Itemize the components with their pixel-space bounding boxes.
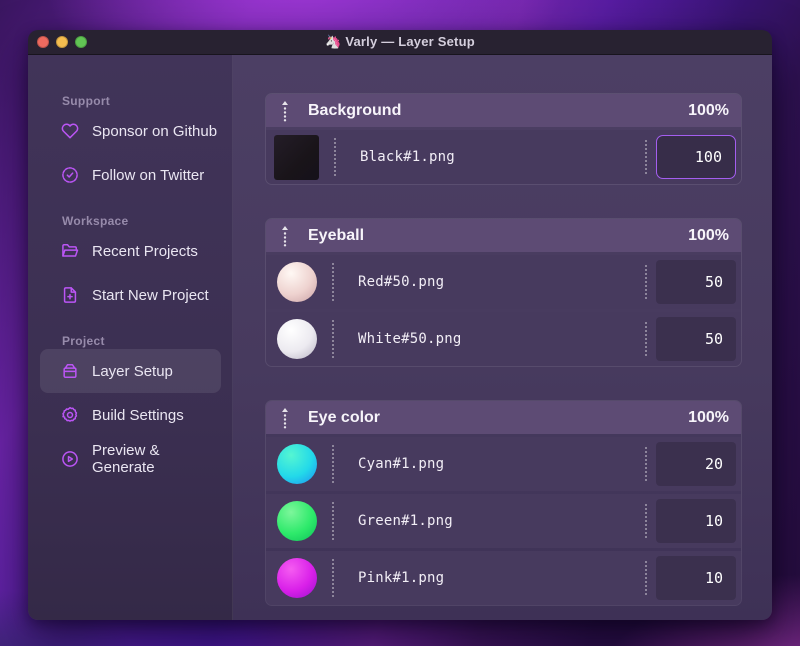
divider <box>332 502 334 540</box>
sidebar-item-label: Build Settings <box>92 406 184 424</box>
layer-filename: White#50.png <box>358 331 462 347</box>
layer-row: Black#1.png <box>266 130 741 184</box>
group-weight: 100% <box>688 408 729 426</box>
layer-filename: Red#50.png <box>358 274 445 290</box>
layer-thumbnail <box>277 262 317 302</box>
group-title: Eye color <box>308 408 381 426</box>
layer-weight-input[interactable] <box>656 317 736 361</box>
sidebar-item-label: Follow on Twitter <box>92 166 205 184</box>
layer-thumbnail <box>277 501 317 541</box>
archive-layers-icon <box>60 361 80 381</box>
layer-thumbnail <box>277 444 317 484</box>
layer-group-background: Background 100% Black#1.png <box>265 93 742 185</box>
window-title: 🦄 Varly — Layer Setup <box>28 34 772 50</box>
group-header: Background 100% <box>266 94 741 127</box>
layer-row: Green#1.png <box>266 494 741 548</box>
divider <box>332 559 334 597</box>
sidebar-section-project: Project <box>62 334 105 348</box>
sidebar-item-label: Layer Setup <box>92 362 173 380</box>
badge-check-icon <box>60 165 80 185</box>
sidebar-section-workspace: Workspace <box>62 214 129 228</box>
sidebar-item-recent-projects[interactable]: Recent Projects <box>40 229 221 273</box>
layer-thumbnail <box>277 319 317 359</box>
divider <box>334 138 336 176</box>
divider <box>645 447 647 481</box>
layer-filename: Cyan#1.png <box>358 456 445 472</box>
drag-handle-icon[interactable] <box>280 407 290 429</box>
layer-filename: Black#1.png <box>360 149 455 165</box>
gear-icon <box>60 405 80 425</box>
divider <box>332 263 334 301</box>
divider <box>645 322 647 356</box>
sidebar-section-support: Support <box>62 94 111 108</box>
title-bar: 🦄 Varly — Layer Setup <box>28 30 772 55</box>
sidebar-item-layer-setup[interactable]: Layer Setup <box>40 349 221 393</box>
layer-weight-input[interactable] <box>656 556 736 600</box>
layer-weight-input[interactable] <box>656 442 736 486</box>
divider <box>332 445 334 483</box>
sidebar-item-label: Sponsor on Github <box>92 122 218 140</box>
sidebar: Support Sponsor on Github Follow on Twit… <box>28 55 233 620</box>
layer-filename: Pink#1.png <box>358 570 445 586</box>
layer-weight-input[interactable] <box>656 499 736 543</box>
group-header: Eyeball 100% <box>266 219 741 252</box>
drag-handle-icon[interactable] <box>280 225 290 247</box>
divider <box>645 265 647 299</box>
sidebar-item-label: Start New Project <box>92 286 209 304</box>
group-title: Background <box>308 101 402 119</box>
sidebar-item-label: Preview & Generate <box>92 442 160 476</box>
layer-filename: Green#1.png <box>358 513 453 529</box>
layer-group-eye-color: Eye color 100% Cyan#1.png Green#1.png <box>265 400 742 606</box>
app-logo-unicorn-icon: 🦄 <box>325 34 342 49</box>
sidebar-item-preview-generate[interactable]: Preview & Generate <box>40 437 221 481</box>
play-circle-icon <box>60 449 80 469</box>
app-window: 🦄 Varly — Layer Setup Support Sponsor on… <box>28 30 772 620</box>
layer-row: White#50.png <box>266 312 741 366</box>
sidebar-item-start-new-project[interactable]: Start New Project <box>40 273 221 317</box>
layer-weight-input[interactable] <box>656 135 736 179</box>
folder-open-icon <box>60 241 80 261</box>
sidebar-item-sponsor-github[interactable]: Sponsor on Github <box>40 109 221 153</box>
group-weight: 100% <box>688 226 729 244</box>
layer-setup-panel: Background 100% Black#1.png 100 Eyeball … <box>233 55 772 620</box>
sidebar-item-label: Recent Projects <box>92 242 198 260</box>
group-header: Eye color 100% <box>266 401 741 434</box>
window-title-text: Varly — Layer Setup <box>345 34 475 49</box>
layer-row: Pink#1.png <box>266 551 741 605</box>
layer-thumbnail <box>274 134 319 180</box>
divider <box>645 504 647 538</box>
divider <box>645 140 647 174</box>
group-title: Eyeball <box>308 226 365 244</box>
divider <box>332 320 334 358</box>
file-plus-icon <box>60 285 80 305</box>
sidebar-item-follow-twitter[interactable]: Follow on Twitter <box>40 153 221 197</box>
group-weight: 100% <box>688 101 729 119</box>
heart-icon <box>60 121 80 141</box>
layer-thumbnail <box>277 558 317 598</box>
layer-row: Red#50.png <box>266 255 741 309</box>
layer-weight-input[interactable] <box>656 260 736 304</box>
layer-group-eyeball: Eyeball 100% Red#50.png White#50.png <box>265 218 742 367</box>
sidebar-item-build-settings[interactable]: Build Settings <box>40 393 221 437</box>
layer-row: Cyan#1.png <box>266 437 741 491</box>
divider <box>645 561 647 595</box>
drag-handle-icon[interactable] <box>280 100 290 122</box>
